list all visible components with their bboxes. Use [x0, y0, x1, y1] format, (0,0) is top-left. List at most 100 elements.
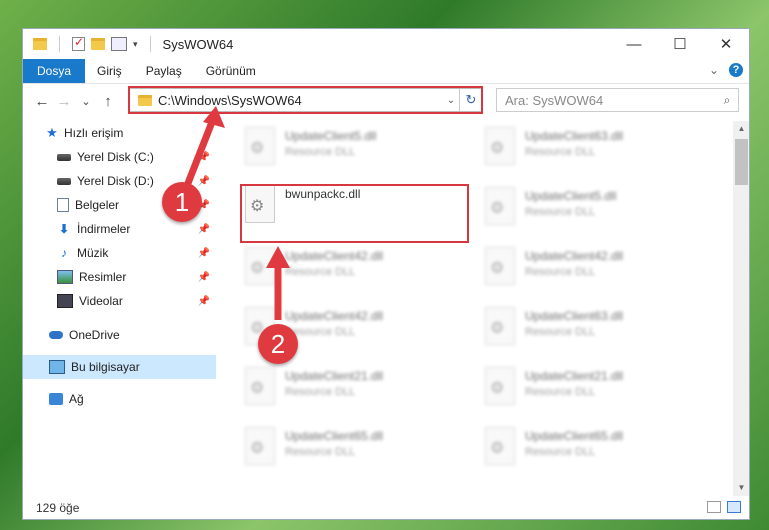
expand-ribbon-icon[interactable]: ⌄	[709, 63, 719, 77]
file-item[interactable]: UpdateClient42.dll Resource DLL	[223, 243, 448, 295]
file-type: Resource DLL	[525, 146, 596, 158]
pin-icon[interactable]: 📌	[198, 152, 210, 163]
sidebar-item-label: Belgeler	[75, 198, 120, 212]
file-highlight-box	[240, 184, 469, 243]
document-icon	[57, 198, 69, 212]
sidebar-item-label: Bu bilgisayar	[71, 360, 140, 374]
back-button[interactable]: ←	[31, 93, 53, 110]
dll-file-icon	[245, 367, 275, 405]
sidebar-item-music[interactable]: ♪ Müzik 📌	[23, 241, 216, 265]
file-type: Resource DLL	[525, 206, 596, 218]
dll-file-icon	[245, 427, 275, 465]
file-type: Resource DLL	[285, 266, 356, 278]
qat-dropdown-icon[interactable]: ▾	[133, 39, 138, 50]
download-arrow-icon: ⬇	[58, 222, 70, 236]
pin-icon[interactable]: 📌	[198, 176, 210, 187]
sidebar-item-label: Videolar	[79, 294, 123, 308]
file-item[interactable]: UpdateClient63.dll Resource DLL	[463, 123, 688, 175]
scroll-up-icon[interactable]: ▲	[733, 121, 749, 137]
close-button[interactable]: ✕	[703, 29, 749, 59]
sidebar-item-local-disk-c[interactable]: Yerel Disk (C:) 📌	[23, 145, 216, 169]
file-name: UpdateClient65.dll	[285, 429, 384, 443]
search-box[interactable]: Ara: SysWOW64 ⌕	[496, 88, 739, 112]
sidebar-item-label: Müzik	[77, 246, 109, 260]
separator	[59, 36, 60, 52]
network-icon	[49, 393, 63, 405]
pin-icon[interactable]: 📌	[198, 248, 210, 259]
file-type: Resource DLL	[285, 326, 356, 338]
folder-icon[interactable]	[33, 38, 47, 50]
tab-view[interactable]: Görünüm	[194, 59, 268, 83]
tiles-view-icon[interactable]	[727, 501, 741, 513]
new-folder-icon[interactable]	[91, 38, 105, 50]
maximize-button[interactable]: ☐	[657, 29, 703, 59]
dll-file-icon	[485, 127, 515, 165]
sidebar-item-onedrive[interactable]: OneDrive	[23, 323, 216, 347]
file-item[interactable]: UpdateClient5.dll Resource DLL	[463, 183, 688, 235]
item-count: 129 öğe	[36, 501, 80, 515]
file-name: UpdateClient42.dll	[525, 249, 624, 263]
file-type: Resource DLL	[285, 386, 356, 398]
properties-check-icon[interactable]	[72, 35, 85, 51]
dll-file-icon	[245, 247, 275, 285]
tab-share[interactable]: Paylaş	[134, 59, 194, 83]
sidebar-item-pictures[interactable]: Resimler 📌	[23, 265, 216, 289]
file-name: UpdateClient5.dll	[285, 129, 377, 143]
file-item[interactable]: UpdateClient42.dll Resource DLL	[463, 243, 688, 295]
file-name: UpdateClient42.dll	[285, 309, 384, 323]
sidebar-item-label: Ağ	[69, 392, 84, 406]
file-item[interactable]: UpdateClient65.dll Resource DLL	[223, 423, 448, 475]
minimize-button[interactable]: —	[611, 29, 657, 59]
file-type: Resource DLL	[525, 266, 596, 278]
dll-file-icon	[485, 307, 515, 345]
pin-icon[interactable]: 📌	[198, 224, 210, 235]
file-type: Resource DLL	[525, 446, 596, 458]
file-type: Resource DLL	[285, 446, 356, 458]
scroll-thumb[interactable]	[735, 139, 748, 185]
ribbon-right: ⌄ ?	[709, 63, 743, 77]
file-type: Resource DLL	[285, 146, 356, 158]
tab-file[interactable]: Dosya	[23, 59, 86, 83]
drive-icon	[57, 153, 71, 161]
dll-file-icon	[485, 367, 515, 405]
music-note-icon: ♪	[61, 246, 67, 260]
file-item[interactable]: UpdateClient21.dll Resource DLL	[463, 363, 688, 415]
vertical-scrollbar[interactable]: ▲ ▼	[733, 121, 749, 496]
address-highlight-box	[128, 86, 483, 114]
file-item[interactable]: UpdateClient21.dll Resource DLL	[223, 363, 448, 415]
customize-icon[interactable]	[111, 37, 127, 51]
dll-file-icon	[485, 427, 515, 465]
status-bar: 129 öğe	[23, 497, 749, 519]
step-2-badge: 2	[258, 324, 298, 364]
help-icon[interactable]: ?	[729, 63, 743, 77]
sidebar-item-videos[interactable]: Videolar 📌	[23, 289, 216, 313]
file-item[interactable]: UpdateClient5.dll Resource DLL	[223, 123, 448, 175]
file-item[interactable]: UpdateClient42.dll Resource DLL	[223, 303, 448, 355]
computer-icon	[49, 360, 65, 374]
file-name: UpdateClient21.dll	[285, 369, 384, 383]
dll-file-icon	[485, 247, 515, 285]
dll-file-icon	[245, 127, 275, 165]
quick-access-toolbar: ▾ SysWOW64	[33, 35, 233, 52]
sidebar-item-this-pc[interactable]: Bu bilgisayar	[23, 355, 216, 379]
scroll-down-icon[interactable]: ▼	[733, 480, 749, 496]
search-input[interactable]: Ara: SysWOW64	[497, 93, 716, 108]
file-item[interactable]: UpdateClient65.dll Resource DLL	[463, 423, 688, 475]
file-type: Resource DLL	[525, 326, 596, 338]
recent-locations-button[interactable]: ⌄	[75, 95, 97, 108]
window-controls: — ☐ ✕	[611, 29, 749, 59]
dll-file-icon	[485, 187, 515, 225]
pin-icon[interactable]: 📌	[198, 296, 210, 307]
sidebar-item-label: İndirmeler	[77, 222, 131, 236]
tab-home[interactable]: Giriş	[85, 59, 134, 83]
sidebar-item-label: Resimler	[79, 270, 127, 284]
pin-icon[interactable]: 📌	[198, 272, 210, 283]
sidebar-item-network[interactable]: Ağ	[23, 387, 216, 411]
file-item[interactable]: UpdateClient63.dll Resource DLL	[463, 303, 688, 355]
sidebar-item-quick-access[interactable]: ★ Hızlı erişim	[23, 121, 216, 145]
video-icon	[57, 294, 73, 308]
up-button[interactable]: ↑	[97, 93, 119, 110]
search-icon: ⌕	[723, 92, 731, 107]
forward-button[interactable]: →	[53, 93, 75, 110]
details-view-icon[interactable]	[707, 501, 721, 513]
